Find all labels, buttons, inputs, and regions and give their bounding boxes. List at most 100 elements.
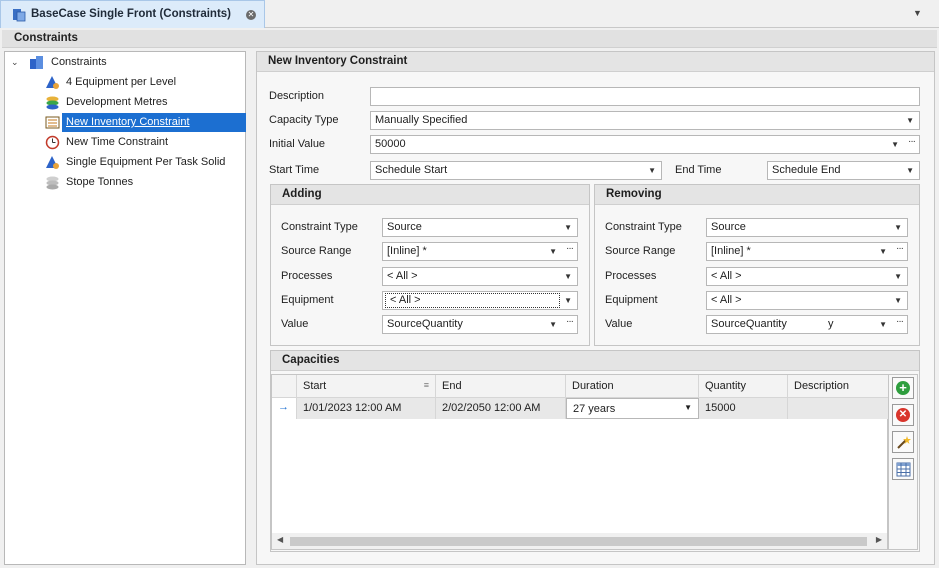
document-icon — [13, 9, 26, 22]
adding-source-range-select[interactable]: [Inline] * ▼ ··· — [382, 242, 578, 261]
description-input[interactable] — [370, 87, 920, 106]
cell-duration[interactable]: 27 years ▼ — [566, 398, 699, 419]
removing-equipment-select[interactable]: < All > ▼ — [706, 291, 908, 310]
start-time-value: Schedule Start — [375, 164, 448, 176]
tab-menu-chevron-icon[interactable]: ▼ — [913, 8, 925, 20]
dropdown-arrow-icon[interactable]: ▼ — [549, 316, 557, 333]
removing-processes-value: < All > — [711, 270, 742, 282]
collapse-chevron-icon[interactable]: ⌄ — [11, 53, 19, 72]
inventory-constraint-icon — [45, 116, 60, 129]
ellipsis-button-icon[interactable]: ··· — [896, 243, 904, 257]
dropdown-arrow-icon[interactable]: ▼ — [684, 403, 692, 412]
dropdown-arrow-icon[interactable]: ▼ — [894, 219, 902, 236]
end-time-select[interactable]: Schedule End ▼ — [767, 161, 920, 180]
tree-item-label: 4 Equipment per Level — [66, 76, 177, 88]
removing-group-title: Removing — [595, 185, 919, 205]
table-grid-icon — [896, 462, 911, 477]
ellipsis-button-icon[interactable]: ··· — [896, 316, 904, 330]
constraints-tree[interactable]: ⌄ Constraints 4 Equipment per Level Deve… — [4, 51, 246, 565]
adding-constraint-type-select[interactable]: Source ▼ — [382, 218, 578, 237]
dropdown-arrow-icon[interactable]: ▼ — [879, 243, 887, 260]
adding-constraint-type-label: Constraint Type — [281, 221, 358, 233]
dropdown-arrow-icon[interactable]: ▼ — [648, 162, 656, 179]
close-tab-icon[interactable]: ✕ — [246, 10, 256, 20]
cell-duration-value: 27 years — [573, 403, 616, 415]
column-header-end[interactable]: End — [436, 375, 566, 398]
document-tab-title: BaseCase Single Front (Constraints) — [31, 8, 232, 20]
magic-wand-icon — [897, 436, 911, 449]
ellipsis-button-icon[interactable]: ··· — [566, 316, 574, 330]
wizard-button[interactable] — [892, 431, 914, 453]
dropdown-arrow-icon[interactable]: ▼ — [894, 268, 902, 285]
adding-group-title: Adding — [271, 185, 589, 205]
adding-processes-select[interactable]: < All > ▼ — [382, 267, 578, 286]
stacked-coins-icon — [46, 96, 59, 110]
table-settings-button[interactable] — [892, 458, 914, 480]
adding-equipment-select[interactable]: < All > ▼ — [382, 291, 578, 310]
removing-constraint-type-value: Source — [711, 221, 746, 233]
adding-source-range-label: Source Range — [281, 245, 352, 257]
removing-constraint-type-select[interactable]: Source ▼ — [706, 218, 908, 237]
adding-equipment-value: < All > — [385, 293, 560, 308]
end-time-value: Schedule End — [772, 164, 841, 176]
tree-item-label: Stope Tonnes — [66, 176, 134, 188]
tree-item-label: New Time Constraint — [66, 136, 169, 148]
dropdown-arrow-icon[interactable]: ▼ — [564, 268, 572, 285]
dropdown-arrow-icon[interactable]: ▼ — [564, 219, 572, 236]
adding-equipment-label: Equipment — [281, 294, 334, 306]
column-header-duration[interactable]: Duration — [566, 375, 699, 398]
constraints-folder-icon — [30, 56, 43, 69]
description-label: Description — [269, 90, 325, 102]
constraints-header: Constraints — [2, 30, 937, 48]
remove-row-button[interactable]: ✕ — [892, 404, 914, 426]
ellipsis-button-icon[interactable]: ··· — [908, 136, 916, 150]
capacity-type-select[interactable]: Manually Specified ▼ — [370, 111, 920, 130]
column-header-quantity[interactable]: Quantity — [699, 375, 788, 398]
initial-value-label: Initial Value — [269, 138, 326, 150]
removing-equipment-label: Equipment — [605, 294, 658, 306]
scroll-right-icon[interactable]: ▶ — [876, 535, 882, 544]
removing-value-select[interactable]: SourceQuantity y ▼ ··· — [706, 315, 908, 334]
dropdown-arrow-icon[interactable]: ▼ — [549, 243, 557, 260]
dropdown-arrow-icon[interactable]: ▼ — [906, 112, 914, 129]
cell-quantity[interactable]: 15000 — [699, 398, 788, 419]
sort-icon[interactable]: ≡ — [424, 380, 429, 390]
column-header-start-label: Start — [303, 380, 327, 392]
horizontal-scrollbar[interactable]: ◀ ▶ — [272, 533, 887, 549]
start-time-select[interactable]: Schedule Start ▼ — [370, 161, 662, 180]
cell-start[interactable]: 1/01/2023 12:00 AM — [297, 398, 436, 419]
cell-description[interactable] — [788, 398, 889, 419]
equipment-constraint-icon — [46, 76, 59, 89]
add-row-button[interactable]: + — [892, 377, 914, 399]
capacities-grid[interactable]: Start ≡ End Duration Quantity Descriptio… — [271, 374, 889, 550]
removing-source-range-select[interactable]: [Inline] * ▼ ··· — [706, 242, 908, 261]
scroll-left-icon[interactable]: ◀ — [277, 535, 283, 544]
document-tab[interactable]: BaseCase Single Front (Constraints) ✕ — [0, 0, 265, 28]
dropdown-arrow-icon[interactable]: ▼ — [879, 316, 887, 333]
adding-value-select[interactable]: SourceQuantity ▼ ··· — [382, 315, 578, 334]
dropdown-arrow-icon[interactable]: ▼ — [906, 162, 914, 179]
removing-processes-select[interactable]: < All > ▼ — [706, 267, 908, 286]
removing-value-label: Value — [605, 318, 633, 330]
dropdown-arrow-icon[interactable]: ▼ — [891, 136, 899, 153]
scrollbar-thumb[interactable] — [290, 537, 867, 546]
adding-value-value: SourceQuantity — [387, 318, 463, 330]
initial-value-input[interactable]: 50000 ▼ ··· — [370, 135, 920, 154]
adding-processes-value: < All > — [387, 270, 418, 282]
current-row-arrow-icon: → — [272, 398, 297, 419]
removing-constraint-type-label: Constraint Type — [605, 221, 682, 233]
tree-item-label: Single Equipment Per Task Solid — [66, 156, 226, 168]
column-header-start[interactable]: Start ≡ — [297, 375, 436, 398]
adding-source-range-value: [Inline] * — [387, 245, 427, 257]
cell-end[interactable]: 2/02/2050 12:00 AM — [436, 398, 566, 419]
dropdown-arrow-icon[interactable]: ▼ — [564, 292, 572, 309]
tree-root-label: Constraints — [51, 56, 107, 68]
ellipsis-button-icon[interactable]: ··· — [566, 243, 574, 257]
column-header-description[interactable]: Description — [788, 375, 889, 398]
removing-source-range-value: [Inline] * — [711, 245, 751, 257]
start-time-label: Start Time — [269, 164, 320, 176]
detail-panel-title: New Inventory Constraint — [257, 52, 934, 72]
end-time-label: End Time — [675, 164, 722, 176]
equipment-constraint-icon — [46, 156, 59, 169]
dropdown-arrow-icon[interactable]: ▼ — [894, 292, 902, 309]
